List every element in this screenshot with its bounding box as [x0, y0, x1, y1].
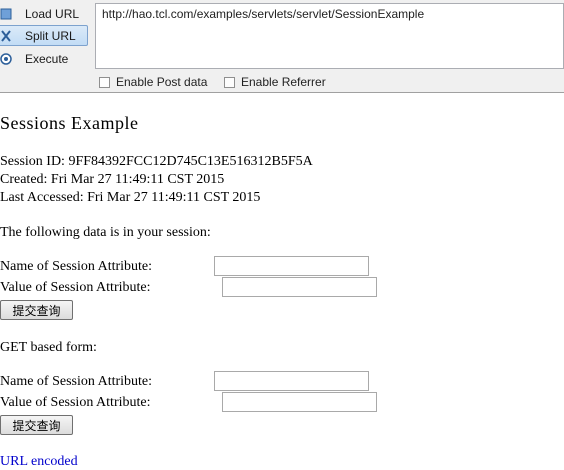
enable-post-data-checkbox[interactable] — [99, 76, 110, 88]
get-form-heading: GET based form: — [0, 340, 97, 355]
enable-post-data-option[interactable]: Enable Post data — [99, 75, 207, 89]
post-value-label: Value of Session Attribute: — [0, 280, 151, 295]
url-textarea[interactable]: http://hao.tcl.com/examples/servlets/ser… — [95, 3, 564, 69]
get-submit-button[interactable]: 提交查询 — [0, 415, 73, 435]
post-attribute-value-input[interactable] — [222, 277, 377, 297]
session-id-text: Session ID: 9FF84392FCC12D745C13E516312B… — [0, 154, 313, 169]
enable-referrer-label: Enable Referrer — [241, 75, 326, 89]
get-attribute-name-input[interactable] — [214, 371, 369, 391]
enable-referrer-option[interactable]: Enable Referrer — [224, 75, 326, 89]
post-submit-button[interactable]: 提交查询 — [0, 300, 73, 320]
get-name-label: Name of Session Attribute: — [0, 374, 153, 389]
created-text: Created: Fri Mar 27 11:49:11 CST 2015 — [0, 172, 225, 187]
post-attribute-name-input[interactable] — [214, 256, 369, 276]
get-value-label: Value of Session Attribute: — [0, 395, 151, 410]
execute-button[interactable]: Execute — [0, 48, 88, 69]
load-url-button[interactable]: Load URL — [0, 3, 88, 24]
page-title: Sessions Example — [0, 113, 139, 133]
load-url-icon — [0, 7, 13, 21]
post-name-label: Name of Session Attribute: — [0, 259, 153, 274]
get-attribute-value-input[interactable] — [222, 392, 377, 412]
url-value: http://hao.tcl.com/examples/servlets/ser… — [102, 7, 425, 21]
execute-icon — [0, 52, 13, 66]
enable-post-data-label: Enable Post data — [116, 75, 208, 89]
split-url-button[interactable]: Split URL — [0, 25, 88, 46]
execute-label: Execute — [25, 51, 69, 66]
enable-referrer-checkbox[interactable] — [224, 76, 235, 88]
split-url-icon — [0, 29, 13, 43]
load-url-label: Load URL — [25, 6, 80, 21]
hackbar-toolbar: Load URL Split URL Execute http://hao.tc… — [0, 0, 564, 93]
last-accessed-text: Last Accessed: Fri Mar 27 11:49:11 CST 2… — [0, 190, 261, 205]
session-data-intro: The following data is in your session: — [0, 225, 211, 240]
page-content: Sessions Example Session ID: 9FF84392FCC… — [0, 93, 564, 469]
split-url-label: Split URL — [25, 28, 76, 43]
url-encoded-link[interactable]: URL encoded — [0, 454, 78, 470]
